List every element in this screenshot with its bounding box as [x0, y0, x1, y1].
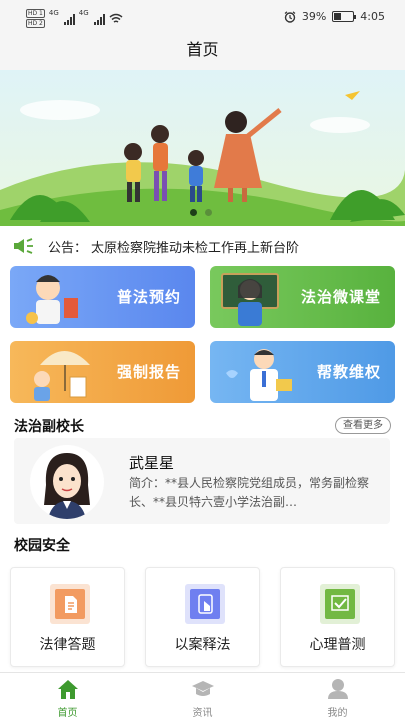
signal1-icon — [63, 13, 75, 25]
document-icon — [50, 584, 90, 624]
feature-label: 以案释法 — [174, 637, 231, 653]
teacher-illustration — [221, 273, 279, 326]
card-label: 法治微课堂 — [300, 288, 381, 306]
sim-tags: HD 1 HD 2 — [26, 9, 45, 28]
wifi-icon — [109, 13, 123, 23]
carousel-dots — [190, 209, 212, 216]
campus-safety-heading: 校园安全 — [14, 538, 70, 554]
user-icon — [327, 679, 348, 699]
tab-label: 我的 — [327, 708, 348, 719]
vice-principal-intro: 简介：**县人民检察院党组成员，常务副检察长、**县贝特六壹小学法治副… — [129, 476, 370, 509]
doctor-illustration — [226, 349, 292, 401]
signal2-icon — [93, 13, 105, 25]
speaker-icon — [14, 238, 33, 254]
view-more-button[interactable]: 查看更多 — [335, 417, 391, 434]
feature-psych-test[interactable]: 心理普测 — [280, 567, 395, 667]
avatar — [30, 445, 104, 519]
graduation-cap-icon — [191, 681, 214, 696]
signal2-label: 4G — [78, 9, 89, 17]
tab-home[interactable]: 首页 — [0, 673, 135, 720]
page-title: 首页 — [0, 34, 405, 70]
sim2-tag: HD 2 — [26, 19, 45, 28]
student-illustration — [26, 275, 78, 324]
carousel-dot[interactable] — [190, 209, 197, 216]
banner-illustration — [0, 70, 405, 226]
card-micro-class[interactable]: 法治微课堂 — [210, 266, 395, 328]
status-left: HD 1 HD 2 4G 4G — [26, 9, 123, 28]
feature-law-quiz[interactable]: 法律答题 — [10, 567, 125, 667]
vice-principal-heading: 法治副校长 — [14, 419, 84, 435]
check-icon — [320, 584, 360, 624]
card-label: 帮教维权 — [316, 363, 381, 381]
card-label: 普法预约 — [116, 288, 181, 306]
tab-news[interactable]: 资讯 — [135, 673, 270, 720]
status-right: 39% 4:05 — [284, 10, 385, 23]
clock: 4:05 — [360, 10, 385, 23]
tab-profile[interactable]: 我的 — [270, 673, 405, 720]
tab-label: 首页 — [57, 708, 78, 719]
battery-percent: 39% — [301, 10, 327, 23]
battery-icon — [332, 11, 357, 22]
vice-principal-name: 武星星 — [129, 454, 175, 472]
status-bar: HD 1 HD 2 4G 4G 39% 4:05 — [0, 0, 405, 34]
card-law-appointment[interactable]: 普法预约 — [10, 266, 195, 328]
card-rights-protection[interactable]: 帮教维权 — [210, 341, 395, 403]
notice-label: 公告： — [48, 240, 88, 256]
card-mandatory-report[interactable]: 强制报告 — [10, 341, 195, 403]
banner-carousel[interactable] — [0, 70, 405, 226]
umbrella-illustration — [34, 351, 90, 401]
bottom-tab-bar: 首页 资讯 我的 — [0, 672, 405, 720]
signal1-label: 4G — [48, 9, 59, 17]
card-label: 强制报告 — [116, 363, 181, 381]
notice-bar[interactable]: 公告： 太原检察院推动未检工作再上新台阶 — [12, 234, 392, 258]
sim1-tag: HD 1 — [26, 9, 45, 18]
tab-label: 资讯 — [192, 708, 213, 719]
notice-text[interactable]: 太原检察院推动未检工作再上新台阶 — [91, 237, 299, 256]
feature-case-explained[interactable]: 以案释法 — [145, 567, 260, 667]
vice-principal-card[interactable]: 武星星 简介：**县人民检察院党组成员，常务副检察长、**县贝特六壹小学法治副… — [14, 438, 390, 524]
carousel-dot[interactable] — [205, 209, 212, 216]
home-icon — [57, 680, 78, 699]
feature-label: 法律答题 — [39, 637, 96, 653]
alarm-icon — [284, 10, 296, 23]
touch-icon — [185, 584, 225, 624]
feature-label: 心理普测 — [309, 637, 366, 653]
